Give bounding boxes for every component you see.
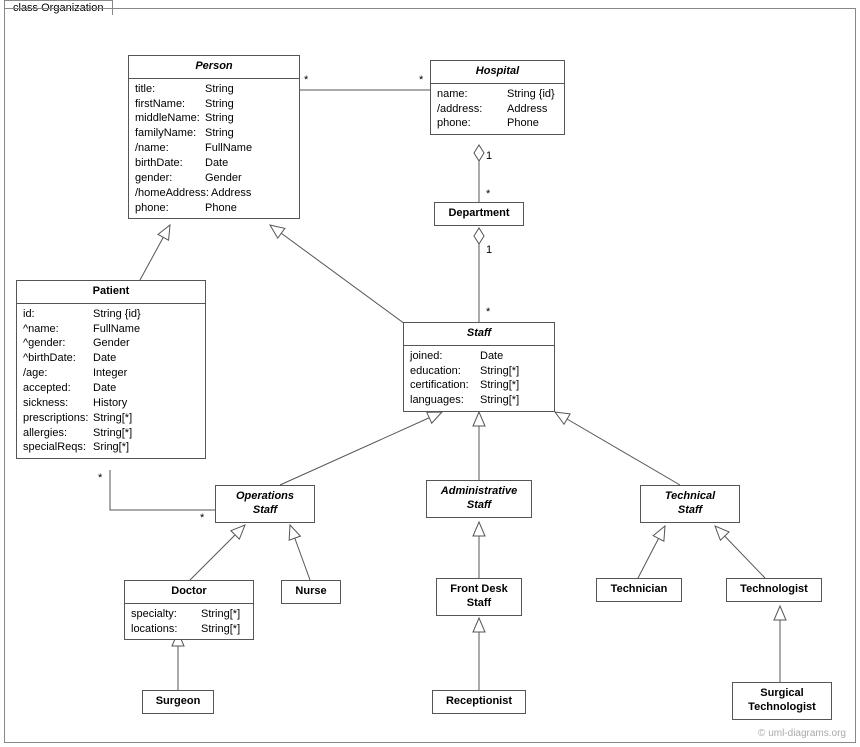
class-person-title: Person [129, 56, 299, 79]
attribute-row: middleName:String [135, 111, 293, 126]
class-surgical-technologist-title: SurgicalTechnologist [733, 683, 831, 719]
watermark: © uml-diagrams.org [758, 728, 846, 739]
organization-class-diagram: class Organization [0, 0, 860, 747]
class-nurse: Nurse [281, 580, 341, 604]
class-operations-staff-title: OperationsStaff [216, 486, 314, 522]
mult-dept-staff-star: * [486, 306, 490, 318]
attribute-row: sickness:History [23, 396, 199, 411]
attribute-row: languages:String[*] [410, 393, 548, 408]
attribute-row: certification:String[*] [410, 378, 548, 393]
class-person: Person title:StringfirstName:Stringmiddl… [128, 55, 300, 219]
class-patient-attrs: id:String {id}^name:FullName^gender:Gend… [17, 304, 205, 458]
class-technical-staff-title: TechnicalStaff [641, 486, 739, 522]
class-patient-title: Patient [17, 281, 205, 304]
class-department: Department [434, 202, 524, 226]
class-doctor-title: Doctor [125, 581, 253, 604]
attribute-row: ^name:FullName [23, 322, 199, 337]
class-technician: Technician [596, 578, 682, 602]
class-front-desk-staff-title: Front DeskStaff [437, 579, 521, 615]
class-surgeon-title: Surgeon [143, 691, 213, 713]
mult-dept-staff-1: 1 [486, 244, 492, 256]
class-surgical-technologist: SurgicalTechnologist [732, 682, 832, 720]
attribute-row: /address:Address [437, 102, 558, 117]
attribute-row: accepted:Date [23, 381, 199, 396]
class-person-attrs: title:StringfirstName:StringmiddleName:S… [129, 79, 299, 219]
attribute-row: prescriptions:String[*] [23, 411, 199, 426]
mult-patient-ops-o: * [200, 512, 204, 524]
class-department-title: Department [435, 203, 523, 225]
attribute-row: birthDate:Date [135, 156, 293, 171]
attribute-row: id:String {id} [23, 307, 199, 322]
attribute-row: gender:Gender [135, 171, 293, 186]
class-doctor: Doctor specialty:String[*]locations:Stri… [124, 580, 254, 640]
class-hospital: Hospital name:String {id}/address:Addres… [430, 60, 565, 135]
attribute-row: education:String[*] [410, 364, 548, 379]
mult-patient-ops-p: * [98, 472, 102, 484]
attribute-row: joined:Date [410, 349, 548, 364]
attribute-row: ^birthDate:Date [23, 351, 199, 366]
class-hospital-title: Hospital [431, 61, 564, 84]
mult-hospital-side: * [419, 74, 423, 86]
class-technologist: Technologist [726, 578, 822, 602]
class-staff-title: Staff [404, 323, 554, 346]
class-receptionist: Receptionist [432, 690, 526, 714]
attribute-row: name:String {id} [437, 87, 558, 102]
class-staff-attrs: joined:Dateeducation:String[*]certificat… [404, 346, 554, 411]
attribute-row: title:String [135, 82, 293, 97]
class-technologist-title: Technologist [727, 579, 821, 601]
class-receptionist-title: Receptionist [433, 691, 525, 713]
attribute-row: phone:Phone [437, 116, 558, 131]
attribute-row: ^gender:Gender [23, 336, 199, 351]
attribute-row: allergies:String[*] [23, 426, 199, 441]
attribute-row: familyName:String [135, 126, 293, 141]
class-administrative-staff: AdministrativeStaff [426, 480, 532, 518]
class-operations-staff: OperationsStaff [215, 485, 315, 523]
mult-hosp-dept-1: 1 [486, 150, 492, 162]
class-nurse-title: Nurse [282, 581, 340, 603]
attribute-row: specialReqs:Sring[*] [23, 440, 199, 455]
class-technician-title: Technician [597, 579, 681, 601]
mult-hosp-dept-star: * [486, 188, 490, 200]
attribute-row: phone:Phone [135, 201, 293, 216]
class-hospital-attrs: name:String {id}/address:Addressphone:Ph… [431, 84, 564, 135]
attribute-row: /name:FullName [135, 141, 293, 156]
attribute-row: firstName:String [135, 97, 293, 112]
mult-person-side: * [304, 74, 308, 86]
class-doctor-attrs: specialty:String[*]locations:String[*] [125, 604, 253, 640]
class-surgeon: Surgeon [142, 690, 214, 714]
class-front-desk-staff: Front DeskStaff [436, 578, 522, 616]
class-staff: Staff joined:Dateeducation:String[*]cert… [403, 322, 555, 412]
attribute-row: locations:String[*] [131, 622, 247, 637]
attribute-row: /age:Integer [23, 366, 199, 381]
class-technical-staff: TechnicalStaff [640, 485, 740, 523]
attribute-row: specialty:String[*] [131, 607, 247, 622]
attribute-row: /homeAddress:Address [135, 186, 293, 201]
class-administrative-staff-title: AdministrativeStaff [427, 481, 531, 517]
class-patient: Patient id:String {id}^name:FullName^gen… [16, 280, 206, 459]
